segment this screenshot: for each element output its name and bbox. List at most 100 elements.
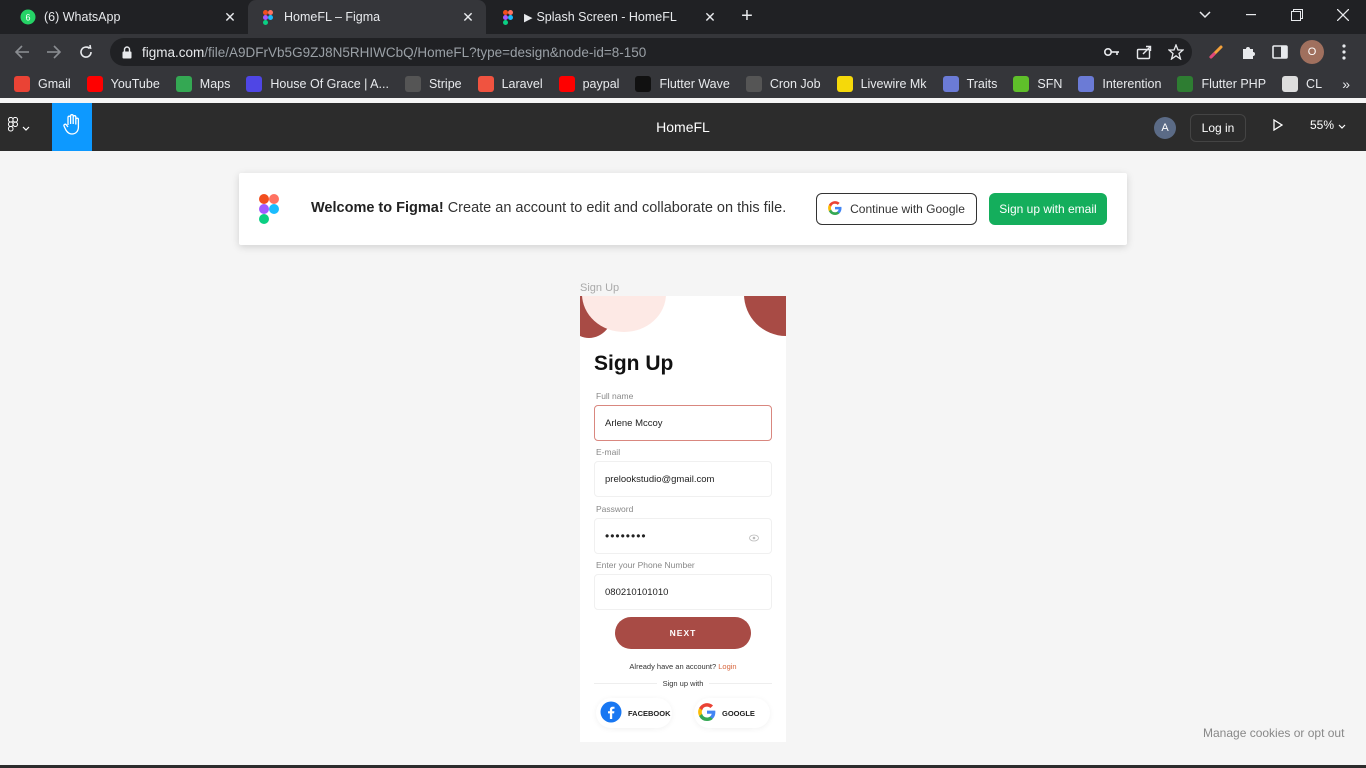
svg-text:6: 6 [25,13,30,23]
codeigniter-icon [1177,76,1194,92]
email-label: E-mail [596,447,621,457]
bookmark-label: Interention [1102,77,1162,91]
full-name-field[interactable]: Arlene Mccoy [594,405,772,441]
user-avatar[interactable]: A [1154,117,1176,139]
minimize-button[interactable] [1228,0,1274,30]
bookmark-label: CL [1306,77,1323,91]
zoom-level: 55% [1310,118,1335,132]
bookmark-item[interactable]: Stripe [404,72,462,96]
zoom-dropdown[interactable]: 55% [1310,118,1346,132]
livewire-icon [836,76,853,92]
browser-tab-strip: 6 (6) WhatsApp ✕ HomeFL – Figma ✕ ▶ Spla… [0,0,1366,34]
bookmark-item[interactable]: SFN [1013,72,1062,96]
present-play-button[interactable] [1268,117,1288,137]
bookmark-label: SFN [1037,77,1063,91]
kebab-menu-icon[interactable] [1334,42,1354,62]
bookmark-item[interactable]: House Of Grace | A... [246,72,389,96]
facebook-label: FACEBOOK [628,708,671,718]
already-have-account: Already have an account? Login [629,662,737,671]
key-icon[interactable] [1102,42,1122,62]
youtube-icon [558,76,575,92]
welcome-message: Welcome to Figma! Create an account to e… [311,200,787,216]
welcome-banner: Welcome to Figma! Create an account to e… [239,173,1127,245]
forward-button[interactable] [40,38,68,66]
whatsapp-icon: 6 [20,9,36,25]
tab-title: Splash Screen - HomeFL [536,10,677,24]
tab-homefl-figma[interactable]: HomeFL – Figma ✕ [248,0,486,34]
login-link[interactable]: Login [718,662,736,671]
pen-extension-icon[interactable] [1206,42,1226,62]
sign-up-with-email-button[interactable]: Sign up with email [989,193,1107,225]
eye-icon[interactable] [749,531,761,542]
phone-label: Enter your Phone Number [596,560,695,570]
bookmark-item[interactable]: Laravel [477,72,543,96]
share-icon[interactable] [1134,42,1154,62]
gmail-icon [14,76,30,92]
figma-canvas[interactable]: Welcome to Figma! Create an account to e… [0,151,1366,765]
bookmark-label: Gmail [38,77,71,91]
google-button-label: Continue with Google [850,202,965,216]
manage-cookies-link[interactable]: Manage cookies or opt out [1203,726,1344,740]
bookmark-item[interactable]: Maps [175,72,230,96]
figma-logo-icon [259,194,279,224]
bookmark-label: Traits [966,77,998,91]
signup-frame[interactable]: Sign Up Full name Arlene Mccoy E-mail pr… [580,296,786,742]
address-bar[interactable]: figma.com/file/A9DFrVb5G9ZJ8N5RHIWCbQ/Ho… [110,38,1192,66]
google-signup-button[interactable]: GOOGLE [694,698,770,728]
password-label: Password [596,504,634,514]
play-icon [1273,118,1284,136]
tab-splash-screen[interactable]: ▶ Splash Screen - HomeFL ✕ [488,0,728,34]
close-tab-icon[interactable]: ✕ [702,9,718,25]
close-tab-icon[interactable]: ✕ [222,9,238,25]
password-value: •••••••• [605,529,647,543]
bookmark-item[interactable]: Flutter Wave [635,72,730,96]
bookmark-item[interactable]: Interention [1078,72,1161,96]
bookmark-item[interactable]: CL [1282,72,1322,96]
full-name-label: Full name [596,391,634,401]
side-panel-icon[interactable] [1270,42,1290,62]
reload-button[interactable] [72,38,100,66]
php-icon [1078,76,1095,92]
bookmark-label: Flutter PHP [1201,77,1267,91]
close-tab-icon[interactable]: ✕ [460,9,476,25]
laravel-icon [477,76,494,92]
bookmark-item[interactable]: YouTube [86,72,160,96]
bookmark-item[interactable]: Flutter PHP [1177,72,1266,96]
profile-avatar[interactable]: O [1300,40,1324,64]
more-bookmarks-icon[interactable]: » [1342,76,1350,92]
google-icon [828,200,842,218]
bookmark-star-icon[interactable] [1166,42,1186,62]
restore-button[interactable] [1274,0,1320,30]
bookmark-label: YouTube [110,77,160,91]
laravel-icon [246,76,263,92]
next-button[interactable]: NEXT [615,617,751,649]
continue-with-google-button[interactable]: Continue with Google [816,193,977,225]
bookmark-item[interactable]: Livewire Mk [836,72,927,96]
bookmark-label: Laravel [501,77,543,91]
browser-toolbar: figma.com/file/A9DFrVb5G9ZJ8N5RHIWCbQ/Ho… [0,34,1366,70]
email-field[interactable]: prelookstudio@gmail.com [594,461,772,497]
medium-icon [635,76,652,92]
frame-name-label[interactable]: Sign Up [580,282,619,294]
bookmark-label: Cron Job [769,77,821,91]
new-tab-button[interactable]: + [736,6,758,28]
sign-up-with-label: Sign up with [580,679,786,688]
google-label: GOOGLE [722,708,755,718]
phone-field[interactable]: 080210101010 [594,574,772,610]
bookmark-label: Stripe [428,77,462,91]
tab-search-icon[interactable] [1182,0,1228,30]
extensions-icon[interactable] [1238,42,1258,62]
back-button[interactable] [8,38,36,66]
tab-whatsapp[interactable]: 6 (6) WhatsApp ✕ [8,0,248,34]
bookmark-item[interactable]: paypal [558,72,619,96]
bookmark-label: House Of Grace | A... [270,77,389,91]
facebook-button[interactable]: FACEBOOK [596,698,672,728]
bookmark-item[interactable]: Traits [942,72,998,96]
close-window-button[interactable] [1320,0,1366,30]
youtube-icon [86,76,103,92]
cron-icon [745,76,762,92]
password-field[interactable]: •••••••• [594,518,772,554]
log-in-button[interactable]: Log in [1190,114,1246,142]
bookmark-item[interactable]: Cron Job [745,72,821,96]
bookmark-item[interactable]: Gmail [14,72,71,96]
